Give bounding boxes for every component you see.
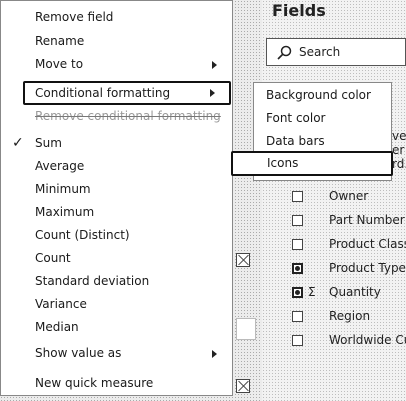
field-checkbox-checked[interactable] bbox=[292, 262, 303, 274]
menu-item-rename[interactable]: Rename bbox=[1, 31, 234, 53]
field-label: Owner bbox=[329, 189, 369, 203]
menu-item-label: Count (Distinct) bbox=[35, 228, 130, 242]
chevron-right-icon bbox=[212, 350, 217, 358]
menu-item-label: Rename bbox=[35, 34, 85, 48]
field-label: Quantity bbox=[329, 285, 381, 299]
field-checkbox[interactable] bbox=[292, 310, 303, 322]
menu-item-label: Show value as bbox=[35, 346, 122, 360]
menu-item-label: Minimum bbox=[35, 182, 91, 196]
menu-item-median[interactable]: Median bbox=[1, 317, 234, 339]
partial-text-3: rd. bbox=[392, 157, 406, 171]
field-item-part-number[interactable]: Part Number bbox=[292, 211, 405, 229]
menu-item-sum[interactable]: ✓ Sum bbox=[1, 133, 234, 155]
menu-item-remove-conditional-formatting: Remove conditional formatting bbox=[1, 106, 234, 128]
submenu-item-label: Font color bbox=[266, 111, 326, 125]
fields-search-box[interactable] bbox=[266, 38, 406, 66]
background-panel bbox=[236, 318, 256, 340]
partial-text-1: ve. bbox=[392, 129, 406, 143]
menu-item-remove-field[interactable]: Remove field bbox=[1, 7, 234, 29]
menu-item-label: New quick measure bbox=[35, 376, 154, 390]
menu-item-label: Maximum bbox=[35, 205, 95, 219]
menu-item-label: Average bbox=[35, 159, 85, 173]
field-label: Part Number bbox=[329, 213, 405, 227]
field-item-worldwide[interactable]: Worldwide Cu... bbox=[292, 331, 406, 349]
field-label: Worldwide Cu... bbox=[329, 333, 406, 347]
search-input[interactable] bbox=[299, 42, 399, 62]
menu-item-label: Sum bbox=[35, 136, 62, 150]
partial-text: ve. er rd. bbox=[392, 129, 406, 171]
submenu-item-background-color[interactable]: Background color bbox=[266, 88, 371, 102]
conditional-formatting-submenu: Background color Font color Data bars Ic… bbox=[231, 82, 393, 181]
submenu-item-font-color[interactable]: Font color bbox=[266, 111, 326, 125]
field-item-product-class[interactable]: Product Class bbox=[292, 235, 406, 253]
menu-item-move-to[interactable]: Move to bbox=[1, 54, 234, 76]
field-label: Product Class bbox=[329, 237, 406, 251]
menu-item-label: Remove conditional formatting bbox=[35, 109, 221, 123]
field-item-product-type[interactable]: Product Type bbox=[292, 259, 406, 277]
submenu-item-data-bars[interactable]: Data bars bbox=[266, 134, 325, 148]
close-icon[interactable] bbox=[236, 253, 250, 267]
menu-item-label: Remove field bbox=[35, 10, 114, 24]
menu-item-minimum[interactable]: Minimum bbox=[1, 179, 234, 201]
menu-item-label: Standard deviation bbox=[35, 274, 150, 288]
menu-item-new-quick-measure[interactable]: New quick measure bbox=[1, 373, 234, 395]
field-item-region[interactable]: Region bbox=[292, 307, 370, 325]
chevron-right-icon bbox=[212, 61, 217, 69]
partial-text-2: er bbox=[392, 143, 405, 157]
menu-item-label: Move to bbox=[35, 57, 84, 71]
field-item-quantity[interactable]: Σ Quantity bbox=[292, 283, 381, 301]
submenu-item-label: Icons bbox=[267, 156, 299, 170]
field-checkbox[interactable] bbox=[292, 238, 303, 250]
menu-item-label: Conditional formatting bbox=[35, 86, 171, 100]
sigma-icon: Σ bbox=[308, 285, 316, 299]
menu-item-count[interactable]: Count bbox=[1, 248, 234, 270]
menu-item-label: Count bbox=[35, 251, 71, 265]
menu-item-count-distinct[interactable]: Count (Distinct) bbox=[1, 225, 234, 247]
field-checkbox[interactable] bbox=[292, 190, 303, 202]
menu-item-label: Median bbox=[35, 320, 79, 334]
field-item-owner[interactable]: Owner bbox=[292, 187, 368, 205]
submenu-item-label: Data bars bbox=[266, 134, 325, 148]
menu-item-maximum[interactable]: Maximum bbox=[1, 202, 234, 224]
fields-pane-title: Fields bbox=[272, 1, 326, 20]
context-menu: Remove field Rename Move to Conditional … bbox=[0, 0, 233, 396]
field-label: Product Type bbox=[329, 261, 406, 275]
search-icon bbox=[277, 45, 292, 60]
menu-item-standard-deviation[interactable]: Standard deviation bbox=[1, 271, 234, 293]
field-label: Region bbox=[329, 309, 371, 323]
menu-item-variance[interactable]: Variance bbox=[1, 294, 234, 316]
field-checkbox-checked[interactable] bbox=[292, 286, 303, 298]
menu-item-show-value-as[interactable]: Show value as bbox=[1, 343, 234, 365]
submenu-item-icons[interactable]: Icons bbox=[231, 151, 393, 176]
submenu-item-label: Background color bbox=[266, 88, 371, 102]
field-checkbox[interactable] bbox=[292, 214, 303, 226]
menu-item-label: Variance bbox=[35, 297, 87, 311]
menu-item-average[interactable]: Average bbox=[1, 156, 234, 178]
menu-item-conditional-formatting[interactable]: Conditional formatting bbox=[23, 81, 231, 105]
field-checkbox[interactable] bbox=[292, 334, 303, 346]
chevron-right-icon bbox=[210, 89, 215, 97]
close-icon[interactable] bbox=[236, 379, 250, 393]
checkmark-icon: ✓ bbox=[12, 135, 24, 151]
